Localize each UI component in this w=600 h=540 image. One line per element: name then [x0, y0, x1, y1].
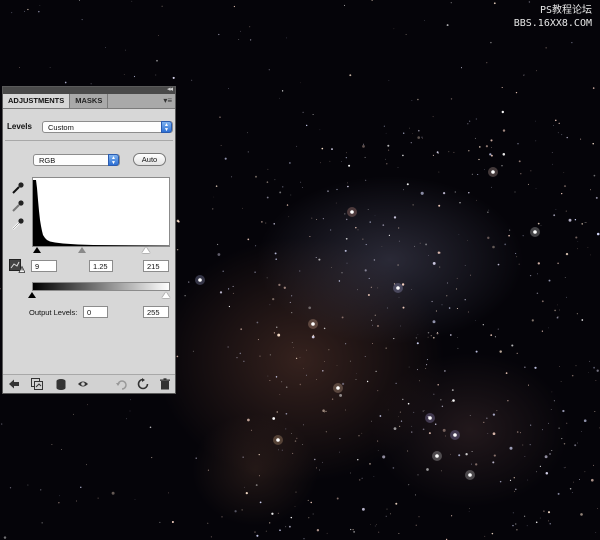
layer-mask-icon[interactable]	[55, 378, 67, 390]
watermark-line-1: PS教程论坛	[539, 5, 592, 16]
input-white-slider[interactable]	[142, 247, 150, 253]
output-gradient-bar	[32, 282, 170, 291]
histogram-graph	[33, 180, 169, 246]
panel-menu-icon[interactable]: ▾≡	[163, 96, 172, 106]
input-gamma-field[interactable]: 1.25	[89, 260, 113, 272]
input-black-slider[interactable]	[33, 247, 41, 253]
panel-footer	[3, 374, 175, 393]
auto-button[interactable]: Auto	[133, 153, 166, 166]
back-arrow-icon[interactable]	[8, 378, 20, 390]
clipping-warning-icon[interactable]	[9, 259, 25, 273]
divider	[5, 140, 173, 141]
input-white-field[interactable]: 215	[143, 260, 169, 272]
white-eyedropper-icon[interactable]	[11, 217, 25, 231]
black-eyedropper-icon[interactable]	[11, 181, 25, 195]
double-chevron-icon[interactable]: ◂◂	[167, 86, 173, 94]
histogram	[32, 177, 170, 247]
input-black-field[interactable]: 9	[31, 260, 57, 272]
clip-layer-icon[interactable]	[31, 378, 43, 390]
panel-title-bar[interactable]: ◂◂	[3, 86, 175, 94]
output-black-field[interactable]: 0	[83, 306, 108, 318]
panel-tabs: ADJUSTMENTS MASKS ▾≡	[3, 94, 175, 109]
preset-row: Levels Custom ▲ ▼	[7, 121, 173, 135]
view-previous-icon[interactable]	[116, 378, 128, 390]
channel-value: RGB	[39, 156, 56, 165]
output-black-slider[interactable]	[28, 292, 36, 298]
output-white-slider[interactable]	[162, 292, 170, 298]
select-arrows-icon: ▲ ▼	[161, 121, 172, 133]
watermark: PS教程论坛 BBS.16XX8.COM	[514, 4, 592, 30]
tab-adjustments[interactable]: ADJUSTMENTS	[3, 94, 71, 108]
gray-eyedropper-icon[interactable]	[11, 199, 25, 213]
tab-masks[interactable]: MASKS	[70, 94, 109, 108]
trash-icon[interactable]	[159, 378, 171, 390]
reset-icon[interactable]	[137, 378, 149, 390]
eye-icon[interactable]	[77, 378, 89, 390]
preset-value: Custom	[48, 123, 74, 132]
preset-select[interactable]: Custom ▲ ▼	[42, 121, 173, 133]
watermark-line-2: BBS.16XX8.COM	[513, 18, 592, 29]
output-levels-label: Output Levels:	[29, 308, 78, 317]
input-gamma-slider[interactable]	[78, 247, 86, 253]
adjustments-panel: ◂◂ ADJUSTMENTS MASKS ▾≡ Levels Custom ▲ ▼…	[2, 86, 176, 394]
levels-label: Levels	[7, 122, 32, 131]
channel-select[interactable]: RGB ▲ ▼	[33, 154, 120, 166]
select-arrows-icon: ▲ ▼	[108, 154, 119, 166]
output-white-field[interactable]: 255	[143, 306, 169, 318]
